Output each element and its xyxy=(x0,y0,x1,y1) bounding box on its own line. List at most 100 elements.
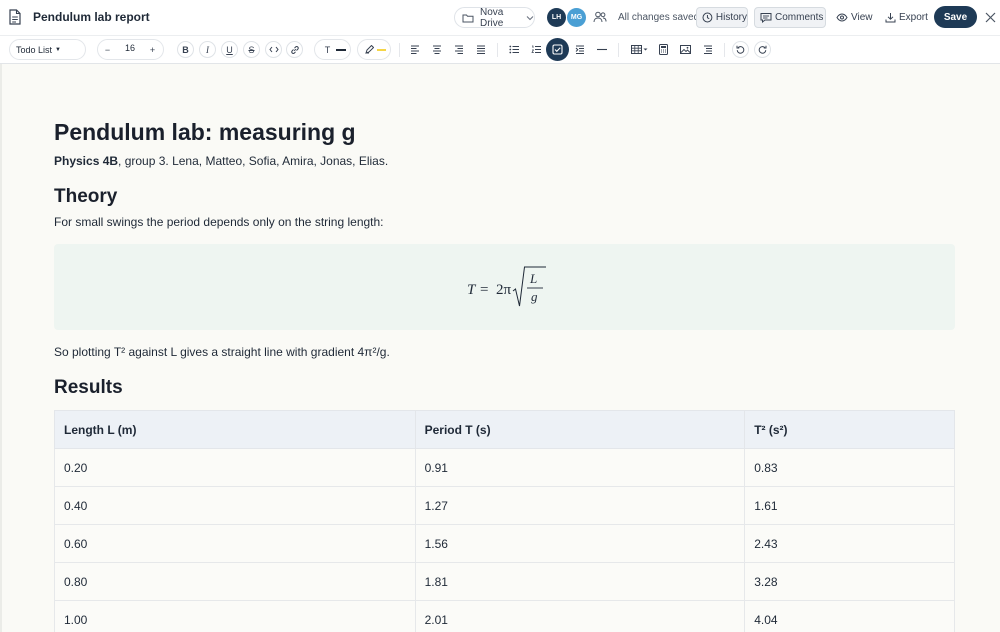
text-color-label: T xyxy=(324,44,331,55)
table-cell[interactable]: 0.60 xyxy=(54,524,416,563)
table-cell[interactable]: 0.80 xyxy=(54,562,416,601)
table-cell[interactable]: 2.01 xyxy=(414,600,746,632)
align-left-icon xyxy=(410,45,419,54)
table-icon xyxy=(630,45,647,54)
save-button[interactable]: Save xyxy=(934,6,977,28)
results-heading[interactable]: Results xyxy=(54,377,123,399)
link-button[interactable] xyxy=(286,41,303,58)
redo-button[interactable] xyxy=(754,41,771,58)
calculator-button[interactable] xyxy=(655,41,672,58)
outline-button[interactable] xyxy=(699,41,716,58)
numbered-list-button[interactable] xyxy=(528,41,545,58)
decrease-font-size-button[interactable]: − xyxy=(99,41,116,58)
document-icon xyxy=(9,9,21,25)
download-icon xyxy=(885,13,896,23)
outline-icon xyxy=(703,45,712,54)
highlight-icon xyxy=(364,44,374,54)
indent-button[interactable] xyxy=(571,41,588,58)
document-canvas[interactable]: Pendulum lab: measuring g Physics 4B, gr… xyxy=(0,64,1000,632)
insert-table-button[interactable] xyxy=(628,41,650,58)
block-style-value: Todo List xyxy=(16,44,53,55)
table-cell[interactable]: 0.91 xyxy=(414,448,746,487)
bullet-list-icon xyxy=(509,45,519,54)
export-label: Export xyxy=(899,12,928,23)
results-table[interactable]: Length L (m) Period T (s) T² (s²) 0.20 0… xyxy=(54,410,955,632)
link-icon xyxy=(290,45,299,54)
bold-button[interactable]: B xyxy=(177,41,194,58)
redo-icon xyxy=(758,45,767,54)
horizontal-rule-icon xyxy=(596,48,607,51)
gradient-paragraph[interactable]: So plotting T² against L gives a straigh… xyxy=(54,345,390,359)
pendulum-period-formula: T = 2π L g xyxy=(467,266,546,307)
align-right-icon xyxy=(454,45,463,54)
table-cell[interactable]: 2.43 xyxy=(744,524,955,563)
export-button[interactable]: Export xyxy=(884,7,930,28)
history-label: History xyxy=(715,12,747,23)
table-header-row: Length L (m) Period T (s) T² (s²) xyxy=(54,410,955,449)
theory-heading[interactable]: Theory xyxy=(54,186,117,208)
course-name: Physics 4B xyxy=(54,154,119,168)
align-justify-icon xyxy=(476,45,485,54)
code-icon xyxy=(268,46,279,53)
insert-image-button[interactable] xyxy=(677,41,694,58)
underline-button[interactable]: U xyxy=(221,41,238,58)
align-justify-button[interactable] xyxy=(472,41,489,58)
table-row: 0.80 1.81 3.28 xyxy=(54,562,955,601)
table-header-cell[interactable]: T² (s²) xyxy=(744,410,955,449)
increase-font-size-button[interactable]: + xyxy=(144,41,161,58)
todo-list-icon xyxy=(552,44,563,55)
view-button[interactable]: View xyxy=(834,7,874,28)
align-center-button[interactable] xyxy=(428,41,445,58)
save-status: All changes saved xyxy=(618,12,700,23)
group-members: , group 3. Lena, Matteo, Sofia, Amira, J… xyxy=(118,154,389,168)
table-header-cell[interactable]: Length L (m) xyxy=(54,410,416,449)
comments-button[interactable]: Comments xyxy=(754,7,826,28)
block-style-select[interactable]: Todo List ▼ xyxy=(9,39,86,60)
horizontal-rule-button[interactable] xyxy=(593,41,610,58)
undo-button[interactable] xyxy=(732,41,749,58)
align-center-icon xyxy=(432,45,441,54)
todo-list-button[interactable] xyxy=(546,38,569,61)
bullet-list-button[interactable] xyxy=(506,41,523,58)
formula-block[interactable]: T = 2π L g xyxy=(54,244,955,330)
avatar[interactable]: LH xyxy=(547,8,566,27)
drive-location-button[interactable]: Nova Drive xyxy=(454,7,535,29)
collaborators-icon[interactable] xyxy=(593,11,607,23)
table-header-cell[interactable]: Period T (s) xyxy=(414,410,746,449)
history-button[interactable]: History xyxy=(696,7,748,28)
calculator-icon xyxy=(659,44,668,55)
caret-down-icon: ▼ xyxy=(55,46,61,53)
text-color-button[interactable]: T xyxy=(319,41,336,58)
code-button[interactable] xyxy=(265,41,282,58)
table-cell[interactable]: 3.28 xyxy=(744,562,955,601)
clock-icon xyxy=(702,12,713,23)
document-heading[interactable]: Pendulum lab: measuring g xyxy=(54,119,356,146)
document-title[interactable]: Pendulum lab report xyxy=(33,10,150,24)
align-left-button[interactable] xyxy=(406,41,423,58)
align-right-button[interactable] xyxy=(450,41,467,58)
font-size-value[interactable]: 16 xyxy=(117,43,143,53)
highlight-button[interactable] xyxy=(360,41,377,58)
table-cell[interactable]: 1.56 xyxy=(414,524,746,563)
close-icon[interactable] xyxy=(985,12,996,23)
theory-paragraph[interactable]: For small swings the period depends only… xyxy=(54,215,384,229)
document-meta[interactable]: Physics 4B, group 3. Lena, Matteo, Sofia… xyxy=(54,154,388,168)
table-cell[interactable]: 1.61 xyxy=(744,486,955,525)
formula-lhs: T xyxy=(467,282,477,298)
italic-button[interactable]: I xyxy=(199,41,216,58)
table-cell[interactable]: 0.20 xyxy=(54,448,416,487)
avatar[interactable]: MG xyxy=(567,8,586,27)
table-cell[interactable]: 1.81 xyxy=(414,562,746,601)
table-cell[interactable]: 0.40 xyxy=(54,486,416,525)
formatting-toolbar: Todo List ▼ − 16 + B I U S T xyxy=(0,35,1000,64)
title-bar: Pendulum lab report Nova Drive LH MG All… xyxy=(0,0,1000,35)
comment-icon xyxy=(760,13,772,23)
table-cell[interactable]: 4.04 xyxy=(744,600,955,632)
table-row: 0.60 1.56 2.43 xyxy=(54,524,955,563)
table-cell[interactable]: 0.83 xyxy=(744,448,955,487)
table-cell[interactable]: 1.00 xyxy=(54,600,416,632)
table-cell[interactable]: 1.27 xyxy=(414,486,746,525)
numbered-list-icon xyxy=(531,45,541,53)
strikethrough-button[interactable]: S xyxy=(243,41,260,58)
formula-equals: = xyxy=(480,282,488,298)
